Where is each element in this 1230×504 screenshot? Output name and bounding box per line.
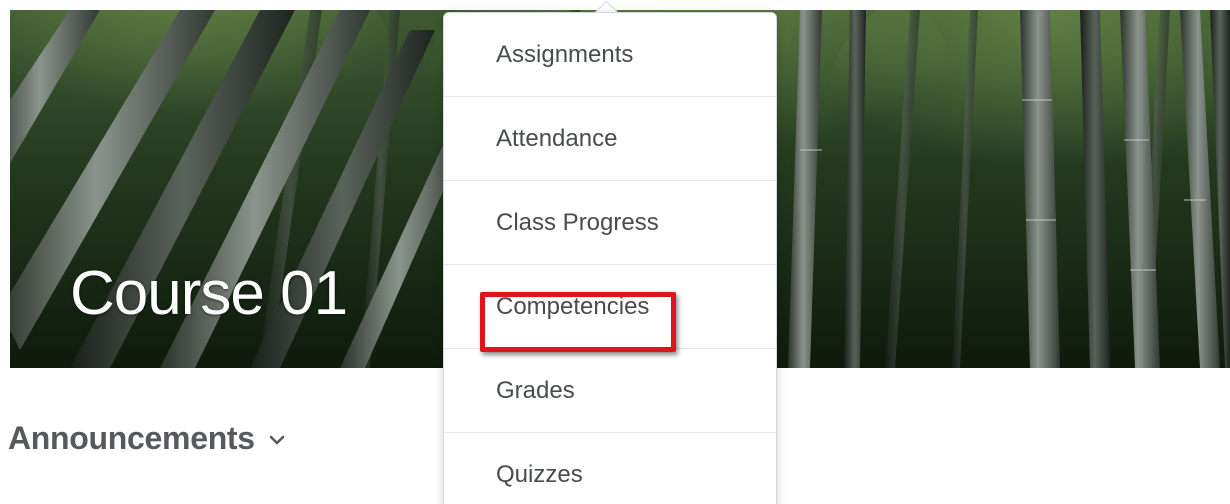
menu-item-assignments[interactable]: Assignments (444, 13, 776, 97)
menu-item-label: Attendance (496, 124, 618, 152)
menu-item-label: Quizzes (496, 461, 583, 488)
menu-item-label: Competencies (496, 292, 650, 320)
announcements-header[interactable]: Announcements (8, 420, 285, 457)
announcements-title: Announcements (8, 420, 255, 456)
menu-item-competencies[interactable]: Competencies (444, 265, 776, 349)
assessment-dropdown-menu: Assignments Attendance Class Progress Co… (443, 12, 777, 504)
menu-item-grades[interactable]: Grades (444, 349, 776, 433)
chevron-down-icon[interactable] (269, 434, 285, 446)
menu-item-label: Assignments (496, 40, 634, 68)
menu-item-label: Grades (496, 376, 575, 404)
menu-item-attendance[interactable]: Attendance (444, 97, 776, 181)
menu-item-class-progress[interactable]: Class Progress (444, 181, 776, 265)
menu-item-label: Class Progress (496, 208, 659, 236)
menu-item-quizzes[interactable]: Quizzes (444, 433, 776, 504)
course-title: Course 01 (70, 259, 348, 328)
course-homepage: Course 01 Announcements Assignments Atte… (0, 0, 1230, 504)
